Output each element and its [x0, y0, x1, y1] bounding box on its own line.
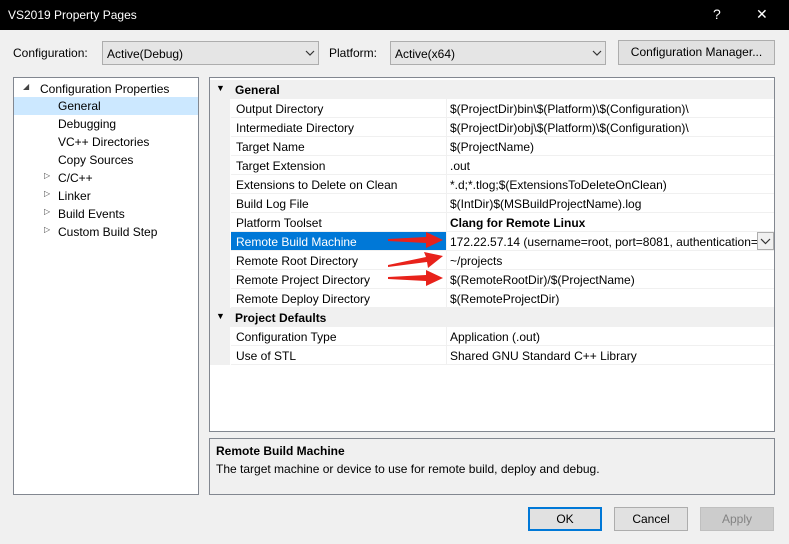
chevron-down-icon	[305, 50, 315, 56]
annotation-arrow-icon	[388, 252, 443, 268]
platform-value: Active(x64)	[395, 47, 456, 61]
property-value[interactable]: $(ProjectDir)bin\$(Platform)\$(Configura…	[447, 99, 774, 118]
property-row[interactable]: Platform Toolset Clang for Remote Linux	[210, 213, 774, 232]
property-tree: ◢ Configuration Properties General Debug…	[13, 77, 199, 495]
platform-dropdown[interactable]: Active(x64)	[390, 41, 606, 65]
collapse-chevron-icon[interactable]: ▼	[216, 83, 225, 93]
property-row[interactable]: Remote Deploy Directory $(RemoteProjectD…	[210, 289, 774, 308]
category-general[interactable]: ▼ General	[210, 80, 774, 99]
ok-label: OK	[556, 512, 574, 526]
help-button[interactable]: ?	[713, 6, 721, 22]
configuration-dropdown[interactable]: Active(Debug)	[102, 41, 319, 65]
collapsed-triangle-icon[interactable]: ▷	[44, 207, 50, 216]
tree-item-linker[interactable]: ▷ Linker	[14, 187, 198, 205]
collapsed-triangle-icon[interactable]: ▷	[44, 189, 50, 198]
collapse-chevron-icon[interactable]: ▼	[216, 311, 225, 321]
property-value[interactable]: .out	[447, 156, 774, 175]
tree-item-cpp[interactable]: ▷ C/C++	[14, 169, 198, 187]
chevron-down-icon	[592, 50, 602, 56]
tree-item-label: Configuration Properties	[40, 82, 170, 96]
platform-label: Platform:	[329, 46, 378, 60]
title-bar: VS2019 Property Pages ? ✕	[0, 0, 789, 30]
property-grid: ▼ General Output Directory $(ProjectDir)…	[209, 77, 775, 432]
value-dropdown-button[interactable]	[757, 232, 774, 250]
cancel-button[interactable]: Cancel	[614, 507, 688, 531]
property-value[interactable]: Clang for Remote Linux	[447, 213, 774, 232]
property-name: Remote Deploy Directory	[231, 289, 447, 308]
property-value[interactable]: $(RemoteProjectDir)	[447, 289, 774, 308]
property-name: Intermediate Directory	[231, 118, 447, 137]
collapsed-triangle-icon[interactable]: ▷	[44, 171, 50, 180]
property-value[interactable]: ~/projects	[447, 251, 774, 270]
configuration-label: Configuration:	[13, 46, 88, 60]
tree-item-general[interactable]: General	[14, 97, 198, 115]
property-value[interactable]: 172.22.57.14 (username=root, port=8081, …	[447, 232, 774, 251]
property-name: Extensions to Delete on Clean	[231, 175, 447, 194]
property-name: Use of STL	[231, 346, 447, 365]
cancel-label: Cancel	[632, 512, 670, 526]
property-value[interactable]: $(RemoteRootDir)/$(ProjectName)	[447, 270, 774, 289]
property-value[interactable]: $(ProjectName)	[447, 137, 774, 156]
property-row[interactable]: Intermediate Directory $(ProjectDir)obj\…	[210, 118, 774, 137]
property-value[interactable]: $(IntDir)$(MSBuildProjectName).log	[447, 194, 774, 213]
property-name: Target Name	[231, 137, 447, 156]
tree-item-custom-build-step[interactable]: ▷ Custom Build Step	[14, 223, 198, 241]
description-panel: Remote Build Machine The target machine …	[209, 438, 775, 495]
chevron-down-icon	[760, 238, 771, 245]
tree-item-label: Debugging	[58, 117, 117, 131]
property-row[interactable]: Output Directory $(ProjectDir)bin\$(Plat…	[210, 99, 774, 118]
property-name: Configuration Type	[231, 327, 447, 346]
tree-item-label: Copy Sources	[58, 153, 134, 167]
property-row[interactable]: Build Log File $(IntDir)$(MSBuildProject…	[210, 194, 774, 213]
collapsed-triangle-icon[interactable]: ▷	[44, 225, 50, 234]
category-project-defaults[interactable]: ▼ Project Defaults	[210, 308, 774, 327]
tree-item-vc-directories[interactable]: VC++ Directories	[14, 133, 198, 151]
annotation-arrow-icon	[388, 270, 443, 286]
configuration-manager-label: Configuration Manager...	[630, 45, 763, 59]
tree-item-label: General	[58, 99, 101, 113]
ok-button[interactable]: OK	[528, 507, 602, 531]
annotation-arrow-icon	[388, 232, 443, 248]
expanded-triangle-icon[interactable]: ◢	[23, 82, 29, 91]
property-row[interactable]: Configuration Type Application (.out)	[210, 327, 774, 346]
tree-item-configuration-properties[interactable]: ◢ Configuration Properties	[14, 80, 198, 98]
tree-item-label: Build Events	[58, 207, 125, 221]
property-row[interactable]: Target Name $(ProjectName)	[210, 137, 774, 156]
property-value[interactable]: Shared GNU Standard C++ Library	[447, 346, 774, 365]
configuration-value: Active(Debug)	[107, 47, 184, 61]
apply-button[interactable]: Apply	[700, 507, 774, 531]
tree-item-label: Custom Build Step	[58, 225, 158, 239]
property-value[interactable]: $(ProjectDir)obj\$(Platform)\$(Configura…	[447, 118, 774, 137]
property-value[interactable]: *.d;*.tlog;$(ExtensionsToDeleteOnClean)	[447, 175, 774, 194]
close-button[interactable]: ✕	[756, 6, 768, 23]
tree-item-label: Linker	[58, 189, 91, 203]
property-row[interactable]: Remote Project Directory $(RemoteRootDir…	[210, 270, 774, 289]
property-value[interactable]: Application (.out)	[447, 327, 774, 346]
window-title: VS2019 Property Pages	[8, 8, 137, 22]
property-row[interactable]: Extensions to Delete on Clean *.d;*.tlog…	[210, 175, 774, 194]
property-row[interactable]: Target Extension .out	[210, 156, 774, 175]
property-row[interactable]: Use of STL Shared GNU Standard C++ Libra…	[210, 346, 774, 365]
property-row-selected[interactable]: Remote Build Machine 172.22.57.14 (usern…	[210, 232, 774, 251]
tree-item-copy-sources[interactable]: Copy Sources	[14, 151, 198, 169]
category-label: General	[235, 83, 280, 97]
category-label: Project Defaults	[235, 311, 327, 325]
description-title: Remote Build Machine	[216, 444, 345, 458]
configuration-manager-button[interactable]: Configuration Manager...	[618, 40, 775, 65]
tree-item-label: C/C++	[58, 171, 93, 185]
description-text: The target machine or device to use for …	[216, 462, 600, 476]
property-name: Output Directory	[231, 99, 447, 118]
tree-item-debugging[interactable]: Debugging	[14, 115, 198, 133]
property-name: Target Extension	[231, 156, 447, 175]
property-name: Build Log File	[231, 194, 447, 213]
tree-item-build-events[interactable]: ▷ Build Events	[14, 205, 198, 223]
apply-label: Apply	[721, 512, 753, 526]
tree-item-label: VC++ Directories	[58, 135, 150, 149]
property-row[interactable]: Remote Root Directory ~/projects	[210, 251, 774, 270]
